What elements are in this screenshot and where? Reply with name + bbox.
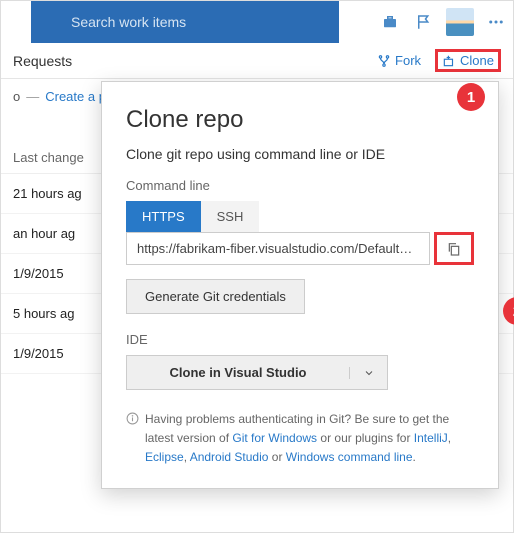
- link-intellij[interactable]: IntelliJ: [414, 431, 448, 445]
- page-title: Requests: [13, 53, 363, 69]
- fork-icon: [377, 54, 391, 68]
- avatar[interactable]: [446, 8, 474, 36]
- search-input[interactable]: [71, 14, 327, 30]
- chevron-down-icon[interactable]: [349, 367, 387, 379]
- clone-popup: Clone repo Clone git repo using command …: [101, 81, 499, 489]
- tab-ssh[interactable]: SSH: [201, 201, 260, 232]
- clone-label: Clone: [460, 53, 494, 68]
- search-icon[interactable]: [339, 1, 373, 43]
- breadcrumb-dash: —: [26, 89, 39, 104]
- clone-button[interactable]: Clone: [435, 49, 501, 72]
- fork-button[interactable]: Fork: [377, 53, 421, 68]
- more-icon[interactable]: [479, 1, 513, 43]
- clone-ide-button[interactable]: Clone in Visual Studio: [126, 355, 388, 390]
- tab-https[interactable]: HTTPS: [126, 201, 201, 232]
- url-row: https://fabrikam-fiber.visualstudio.com/…: [126, 232, 474, 265]
- clone-ide-label: Clone in Visual Studio: [127, 356, 349, 389]
- copy-button[interactable]: [434, 232, 474, 265]
- popup-subtitle: Clone git repo using command line or IDE: [126, 146, 474, 162]
- link-eclipse[interactable]: Eclipse: [145, 450, 184, 464]
- fork-label: Fork: [395, 53, 421, 68]
- generate-credentials-button[interactable]: Generate Git credentials: [126, 279, 305, 314]
- link-android-studio[interactable]: Android Studio: [190, 450, 269, 464]
- help-body: Having problems authenticating in Git? B…: [145, 410, 474, 468]
- link-git-windows[interactable]: Git for Windows: [232, 431, 317, 445]
- breadcrumb-prefix: o: [13, 89, 20, 104]
- clone-icon: [442, 54, 456, 68]
- popup-title: Clone repo: [126, 106, 474, 134]
- clone-url-input[interactable]: https://fabrikam-fiber.visualstudio.com/…: [126, 232, 430, 265]
- flag-icon[interactable]: [407, 1, 441, 43]
- top-bar: [1, 1, 513, 43]
- callout-1: 1: [457, 83, 485, 111]
- info-icon: [126, 412, 139, 468]
- briefcase-icon[interactable]: [373, 1, 407, 43]
- search-box[interactable]: [31, 1, 339, 43]
- copy-icon: [446, 241, 462, 257]
- toolbar: Requests Fork Clone: [1, 43, 513, 79]
- help-text: Having problems authenticating in Git? B…: [126, 410, 474, 468]
- protocol-tabs: HTTPS SSH: [126, 201, 474, 232]
- link-windows-cmd[interactable]: Windows command line: [286, 450, 413, 464]
- cmdline-label: Command line: [126, 178, 474, 193]
- ide-label: IDE: [126, 332, 474, 347]
- breadcrumb-link[interactable]: Create a p: [45, 89, 106, 104]
